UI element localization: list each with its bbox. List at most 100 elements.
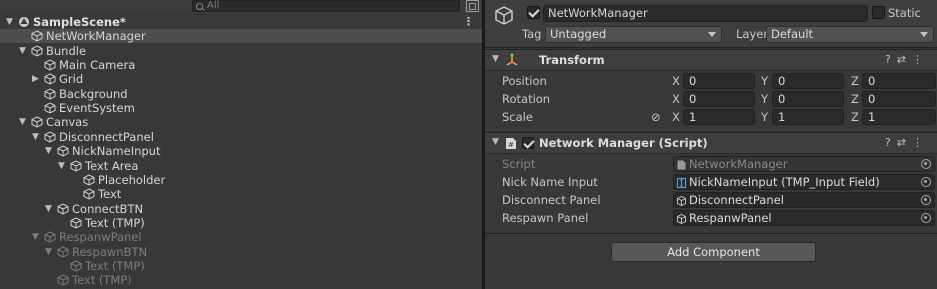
gameobject-cube-icon: [31, 30, 43, 42]
object-reference-field[interactable]: DisconnectPanel: [673, 192, 935, 208]
preset-icon[interactable]: ⇄: [897, 53, 912, 66]
collapse-arrow-icon[interactable]: ▼: [19, 115, 26, 129]
object-picker-icon[interactable]: [921, 177, 931, 187]
constrain-proportions-icon[interactable]: ⊘: [651, 110, 661, 124]
chevron-down-icon: [708, 32, 716, 37]
transform-header[interactable]: ▼ Transform ?⇄⋮: [485, 49, 937, 71]
gameobject-cube-icon: [70, 260, 82, 272]
hierarchy-item[interactable]: Placeholder: [0, 173, 482, 187]
hierarchy-item[interactable]: EventSystem: [0, 101, 482, 115]
object-name-field[interactable]: NetWorkManager: [543, 5, 868, 22]
expand-arrow-icon[interactable]: ▶: [32, 72, 39, 86]
axis-z-label[interactable]: Z: [851, 109, 859, 125]
object-picker-icon[interactable]: [921, 159, 931, 169]
foldout-arrow-icon[interactable]: ▼: [492, 54, 499, 64]
hierarchy-search-input[interactable]: All: [192, 0, 460, 12]
object-reference-field[interactable]: NickNameInput (TMP_Input Field): [673, 174, 935, 190]
scene-visibility-icon[interactable]: [466, 0, 479, 12]
tag-label: Tag: [522, 27, 542, 41]
hierarchy-item-label: Text: [98, 187, 122, 202]
axis-y-label[interactable]: Y: [761, 73, 768, 89]
hierarchy-item[interactable]: ▼ NickNameInput: [0, 144, 482, 158]
transform-row-label: Position: [502, 74, 547, 88]
axis-x-label[interactable]: X: [672, 91, 680, 107]
hierarchy-item[interactable]: Text (TMP): [0, 216, 482, 230]
active-checkbox[interactable]: [527, 6, 540, 19]
hierarchy-item[interactable]: ▼ Text Area: [0, 159, 482, 173]
collapse-arrow-icon[interactable]: ▼: [45, 202, 52, 216]
collapse-arrow-icon[interactable]: ▼: [6, 15, 13, 29]
gameobject-cube-icon: [70, 159, 82, 172]
rotation-z-field[interactable]: 0: [862, 91, 936, 107]
hierarchy-item[interactable]: Text: [0, 187, 482, 201]
hierarchy-item[interactable]: Background: [0, 87, 482, 101]
hierarchy-item[interactable]: Text (TMP): [0, 259, 482, 273]
position-y-field[interactable]: 0: [772, 73, 844, 89]
object-picker-icon[interactable]: [921, 195, 931, 205]
script-field-label: Script: [502, 157, 536, 171]
axis-x-label[interactable]: X: [672, 73, 680, 89]
object-reference-value: NickNameInput (TMP_Input Field): [689, 175, 880, 189]
scene-menu-icon[interactable]: ⋮: [463, 15, 474, 29]
axis-z-label[interactable]: Z: [851, 73, 859, 89]
component-menu-icon[interactable]: ⋮: [912, 53, 929, 66]
axis-z-label[interactable]: Z: [851, 91, 859, 107]
position-z-field[interactable]: 0: [862, 73, 936, 89]
hierarchy-item-label: ConnectBTN: [72, 201, 144, 216]
hierarchy-item[interactable]: NetWorkManager: [0, 29, 482, 44]
preset-icon[interactable]: ⇄: [897, 136, 912, 149]
hierarchy-item-label: Bundle: [46, 43, 87, 58]
collapse-arrow-icon[interactable]: ▼: [45, 144, 52, 158]
hierarchy-item[interactable]: ▼ RespawnBTN: [0, 245, 482, 259]
object-reference-field: NetworkManager: [673, 156, 935, 172]
help-icon[interactable]: ?: [885, 136, 897, 149]
hierarchy-item-label: Canvas: [46, 115, 89, 130]
axis-x-label[interactable]: X: [672, 109, 680, 125]
tag-dropdown[interactable]: Untagged: [545, 26, 722, 43]
hierarchy-item-label: DisconnectPanel: [59, 129, 154, 144]
hierarchy-item-label: Main Camera: [59, 58, 136, 73]
axis-y-label[interactable]: Y: [761, 109, 768, 125]
gameobject-cube-icon: [44, 59, 56, 71]
foldout-arrow-icon[interactable]: ▼: [492, 137, 499, 147]
transform-axis-icon: [506, 53, 518, 66]
static-checkbox[interactable]: [872, 6, 885, 19]
hierarchy-item-label: Text Area: [85, 158, 139, 173]
script-enabled-checkbox[interactable]: [522, 137, 534, 149]
transform-title: Transform: [539, 53, 605, 67]
hierarchy-item[interactable]: ▼ Bundle: [0, 44, 482, 58]
hierarchy-item[interactable]: ▼ Canvas: [0, 115, 482, 129]
collapse-arrow-icon[interactable]: ▼: [32, 230, 39, 244]
rotation-y-field[interactable]: 0: [772, 91, 844, 107]
collapse-arrow-icon[interactable]: ▼: [58, 159, 65, 173]
position-x-field[interactable]: 0: [683, 73, 755, 89]
object-picker-icon[interactable]: [921, 213, 931, 223]
rotation-x-field[interactable]: 0: [683, 91, 755, 107]
object-reference-field[interactable]: RespanwPanel: [673, 210, 935, 226]
layer-dropdown[interactable]: Default: [766, 26, 934, 43]
hierarchy-item-label: Placeholder: [98, 172, 166, 187]
add-component-button[interactable]: Add Component: [611, 242, 816, 262]
scale-z-field[interactable]: 1: [862, 109, 936, 125]
scale-x-field[interactable]: 1: [683, 109, 755, 125]
axis-y-label[interactable]: Y: [761, 91, 768, 107]
help-icon[interactable]: ?: [885, 53, 897, 66]
hierarchy-item[interactable]: ▼ ConnectBTN: [0, 202, 482, 216]
hierarchy-item[interactable]: Text (TMP): [0, 273, 482, 287]
component-menu-icon[interactable]: ⋮: [912, 136, 929, 149]
hierarchy-item-label: EventSystem: [59, 101, 135, 116]
script-component-header[interactable]: ▼ # Network Manager (Script) ?⇄⋮: [485, 132, 937, 154]
hierarchy-item[interactable]: ▶ Grid: [0, 72, 482, 86]
csharp-script-icon: #: [506, 138, 516, 149]
gameobject-cube-icon: [57, 246, 69, 258]
divider: [485, 233, 937, 234]
hierarchy-item[interactable]: ▼ DisconnectPanel: [0, 130, 482, 144]
collapse-arrow-icon[interactable]: ▼: [19, 44, 26, 58]
collapse-arrow-icon[interactable]: ▼: [32, 130, 39, 144]
scale-y-field[interactable]: 1: [772, 109, 844, 125]
hierarchy-item-label: RespanwPanel: [59, 230, 142, 245]
hierarchy-item[interactable]: ▼ RespanwPanel: [0, 230, 482, 244]
collapse-arrow-icon[interactable]: ▼: [45, 245, 52, 259]
scene-row[interactable]: ▼ SampleScene* ⋮: [0, 15, 482, 29]
hierarchy-item[interactable]: Main Camera: [0, 58, 482, 72]
